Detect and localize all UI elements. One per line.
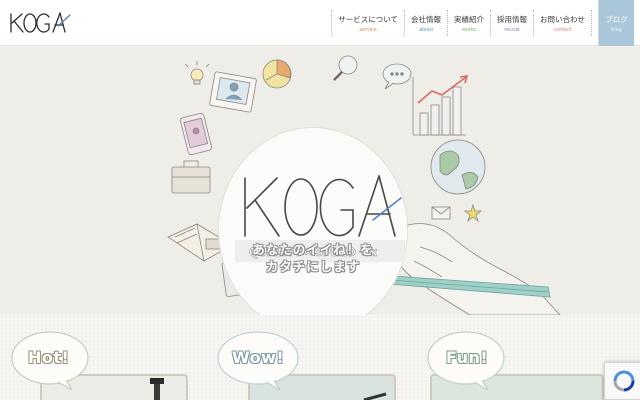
pie-chart-icon [262,59,292,89]
briefcase-icon [171,160,211,194]
card-hot-image [150,378,164,400]
nav-label: サービスについて [338,14,398,24]
blog-label: ブログ [605,14,628,24]
bubble-fun: Fun! [426,330,508,394]
tagline-line-1: あなたのイイね！を [252,242,374,257]
globe-icon [430,139,486,195]
nav-label: 会社情報 [411,14,441,24]
koga-logo[interactable] [8,8,72,38]
nav-item-service[interactable]: サービスについて service [331,10,404,36]
nav-label: 実績紹介 [454,14,484,24]
site-header: サービスについて service 会社情報 about 実績紹介 works 採… [0,0,640,46]
nav-sublabel: recruit [504,26,520,33]
nav-sublabel: contact [553,26,572,33]
tagline-line-2: カタチにします [265,259,361,274]
blog-sublabel: blog [611,26,622,33]
hero-tagline: あなたのイイね！を カタチにします [230,241,396,275]
bubble-wow: Wow! [216,330,300,394]
star-icon [463,203,483,223]
magnifier-icon [333,55,358,81]
nav-item-recruit[interactable]: 採用情報 recruit [490,10,533,36]
nav-label: お問い合わせ [540,14,585,24]
bubble-fun-label: Fun! [446,348,489,367]
recaptcha-icon [613,370,635,392]
bubble-wow-label: Wow! [232,348,285,367]
smartphone-icon [179,112,213,156]
hero-section: QUALITY × SPEED + α あなたのイイね！を カタチにします [0,47,640,315]
nav-sublabel: about [419,26,433,33]
blog-button[interactable]: ブログ blog [598,0,634,46]
hero-logo: QUALITY × SPEED + α [235,175,405,262]
bubble-hot: Hot! [10,330,92,394]
lightbulb-icon [184,61,210,85]
nav-item-contact[interactable]: お問い合わせ contact [533,10,592,36]
tablet-icon [209,71,257,113]
hero-logo-circle: QUALITY × SPEED + α [218,127,408,315]
envelope-icon [431,206,451,220]
nav-sublabel: service [359,26,377,33]
nav-item-works[interactable]: 実績紹介 works [447,10,490,36]
nav-item-about[interactable]: 会社情報 about [404,10,447,36]
global-nav: サービスについて service 会社情報 about 実績紹介 works 採… [331,10,592,36]
speech-bubble-icon [382,63,412,90]
nav-label: 採用情報 [497,14,527,24]
bar-chart-icon [412,75,469,136]
bubble-hot-label: Hot! [28,348,70,367]
card-wow-image [363,392,387,400]
recaptcha-badge[interactable] [604,362,640,400]
nav-sublabel: works [461,26,477,33]
